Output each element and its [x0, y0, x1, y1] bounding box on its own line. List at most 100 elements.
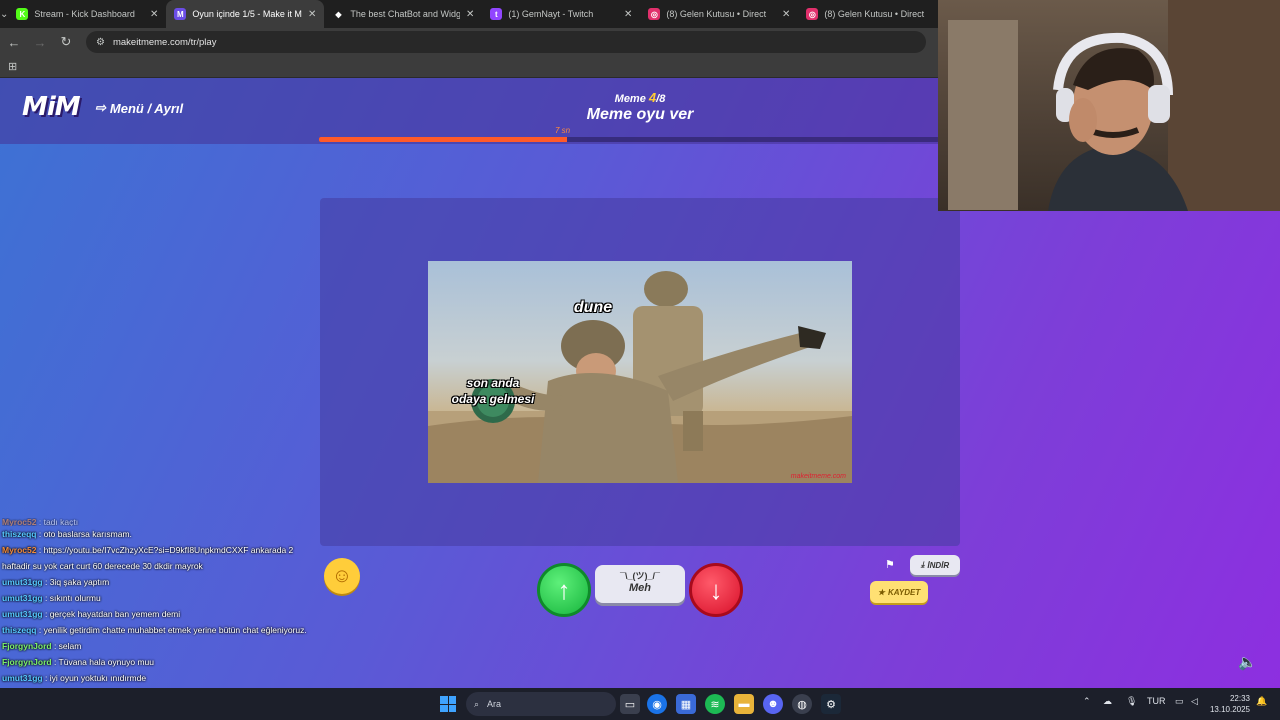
- search-icon: ⌕: [474, 698, 480, 709]
- download-label: İNDİR: [927, 560, 950, 570]
- browser-tab[interactable]: ◆ The best ChatBot and Widg ✕: [324, 0, 482, 28]
- tab-search-icon[interactable]: ⌄: [0, 0, 8, 28]
- game-header: MiM ⇨ Menü / Ayrıl Meme 4/8 Meme oyu ver…: [0, 78, 940, 144]
- bookmarks-bar: ⊞: [0, 56, 940, 78]
- round-counter: Meme 4/8: [580, 90, 700, 105]
- chat-text: : tadı kaçtı: [36, 518, 79, 526]
- timer-label: 7 sn: [555, 126, 571, 135]
- chat-username[interactable]: thiszeqq: [2, 529, 36, 539]
- site-logo[interactable]: MiM: [22, 92, 81, 122]
- taskbar-search-placeholder: Ara: [487, 699, 502, 709]
- menu-leave-link[interactable]: ⇨ Menü / Ayrıl: [95, 100, 183, 116]
- tab-close-icon[interactable]: ✕: [624, 9, 632, 20]
- browser-tab[interactable]: M Oyun içinde 1/5 - Make it M ✕: [166, 0, 325, 28]
- shrug-face: ¯\_(ツ)_/¯: [620, 571, 660, 581]
- kick-icon: K: [16, 8, 29, 20]
- onedrive-icon[interactable]: ☁: [1103, 696, 1112, 707]
- system-clock[interactable]: 22:33 13.10.2025: [1205, 693, 1250, 715]
- apps-grid-icon[interactable]: ⊞: [8, 60, 17, 73]
- browser-tab[interactable]: ◎(8) Gelen Kutusu • Direct✕: [640, 0, 798, 28]
- round-prefix: Meme: [614, 93, 649, 105]
- chat-username[interactable]: FjorgynJord: [2, 657, 52, 667]
- address-bar[interactable]: ⚙ makeitmeme.com/tr/play: [86, 31, 926, 53]
- store-icon[interactable]: ▦: [676, 694, 696, 714]
- spotify-icon[interactable]: ≋: [705, 694, 725, 714]
- timer-progress-fill: [319, 137, 567, 142]
- tab-close-icon[interactable]: ✕: [782, 9, 790, 20]
- chat-message: Myroc52 : https://youtu.be/I7vcZhzyXcE?s…: [2, 542, 322, 574]
- reload-icon[interactable]: ↻: [54, 30, 78, 54]
- tab-close-icon[interactable]: ✕: [466, 9, 474, 20]
- chat-username[interactable]: Myroc52: [2, 545, 37, 555]
- tray-chevron-icon[interactable]: ⌃: [1083, 696, 1091, 707]
- discord-icon[interactable]: ☻: [763, 694, 783, 714]
- tab-close-icon[interactable]: ✕: [308, 9, 316, 20]
- instagram-icon: ◎: [806, 8, 819, 20]
- chat-message: Myroc52 : tadı kaçtı: [2, 518, 322, 526]
- chat-text: : gerçek hayatdan ban yemem demi: [42, 609, 181, 619]
- file-explorer-icon[interactable]: ▬: [734, 694, 754, 714]
- chrome-icon[interactable]: ◉: [647, 694, 667, 714]
- chat-username[interactable]: umut31gg: [2, 593, 43, 603]
- forward-icon[interactable]: →: [28, 30, 52, 54]
- network-icon[interactable]: ▭: [1175, 696, 1184, 707]
- chat-message: umut31gg : gerçek hayatdan ban yemem dem…: [2, 606, 322, 622]
- speaker-icon[interactable]: 🔈: [1238, 653, 1257, 671]
- chat-username[interactable]: Myroc52: [2, 518, 37, 526]
- windows-taskbar: ⌕ Ara ▭ ◉ ▦ ≋ ▬ ☻ ◍ ⚙ ⌃ ☁ 🎙 TUR ▭ ◁ 22:3…: [0, 688, 1280, 720]
- tab-title: (1) GemNayt - Twitch: [508, 9, 594, 19]
- chat-message: umut31gg : 3iq şaka yaptım: [2, 574, 322, 590]
- save-label: KAYDET: [887, 587, 921, 597]
- chat-message: FjorgynJord : Tüvana hala oynuyo muu: [2, 654, 322, 670]
- makeitmeme-icon: M: [174, 8, 187, 20]
- webcam-background-door: [948, 20, 1018, 210]
- tab-title: (8) Gelen Kutusu • Direct: [666, 9, 767, 19]
- meme-card: dune son anda odaya gelmesi makeitmeme.c…: [320, 198, 960, 546]
- chat-username[interactable]: umut31gg: [2, 577, 43, 587]
- steam-icon[interactable]: ⚙: [821, 694, 841, 714]
- volume-icon[interactable]: ◁: [1191, 696, 1198, 707]
- clock-time: 22:33: [1229, 694, 1250, 703]
- chat-text: : selam: [51, 641, 82, 651]
- meme-caption-top: dune: [573, 299, 613, 316]
- browser-tab[interactable]: K Stream - Kick Dashboard ✕: [8, 0, 166, 28]
- browser-tab[interactable]: ◎(8) Gelen Kutusu • Direct✕: [798, 0, 956, 28]
- chat-username[interactable]: umut31gg: [2, 673, 43, 683]
- downvote-button[interactable]: ↓: [689, 563, 743, 617]
- back-icon[interactable]: ←: [2, 30, 26, 54]
- chat-message: FjorgynJord : selam: [2, 638, 322, 654]
- download-button[interactable]: ⤓ İNDİR: [910, 555, 960, 575]
- site-info-icon[interactable]: ⚙: [96, 37, 105, 48]
- chat-username[interactable]: FjorgynJord: [2, 641, 52, 651]
- meh-label: Meh: [629, 582, 651, 594]
- soldiers-illustration: [428, 271, 852, 483]
- chat-username[interactable]: thiszeqq: [2, 625, 36, 635]
- browser-tab[interactable]: t (1) GemNayt - Twitch ✕: [482, 0, 640, 28]
- meme-watermark: makeitmeme.com: [790, 473, 846, 480]
- streamer-figure: [1048, 32, 1188, 211]
- obs-icon[interactable]: ◍: [792, 694, 812, 714]
- download-icon: ⤓: [920, 560, 925, 569]
- microphone-icon[interactable]: 🎙: [1126, 696, 1137, 707]
- taskbar-search[interactable]: ⌕ Ara: [466, 692, 616, 716]
- report-flag-icon[interactable]: ⚑: [885, 558, 895, 571]
- chat-text: : 3iq şaka yaptım: [42, 577, 110, 587]
- upvote-button[interactable]: ↑: [537, 563, 591, 617]
- stream-chat-overlay: Myroc52 : tadı kaçtı thiszeqq : oto basla…: [2, 518, 322, 688]
- timer-progress-bar: [319, 137, 939, 142]
- meh-vote-button[interactable]: ¯\_(ツ)_/¯ Meh: [595, 565, 685, 603]
- language-indicator[interactable]: TUR: [1147, 696, 1166, 706]
- browser-toolbar: ← → ↻ ⚙ makeitmeme.com/tr/play: [0, 28, 940, 56]
- task-view-icon[interactable]: ▭: [620, 694, 640, 714]
- round-title: Meme oyu ver: [586, 106, 694, 123]
- tab-title: Stream - Kick Dashboard: [34, 9, 135, 19]
- emoji-reaction-button[interactable]: ☺: [324, 558, 360, 594]
- save-button[interactable]: ★ KAYDET: [870, 581, 928, 603]
- tab-close-icon[interactable]: ✕: [150, 9, 158, 20]
- webcam-overlay: [938, 0, 1280, 211]
- notification-bell-icon[interactable]: 🔔: [1256, 696, 1267, 707]
- windows-start-icon[interactable]: [440, 696, 456, 712]
- round-total: /8: [656, 93, 666, 105]
- url-text: makeitmeme.com/tr/play: [112, 36, 217, 48]
- chat-username[interactable]: umut31gg: [2, 609, 43, 619]
